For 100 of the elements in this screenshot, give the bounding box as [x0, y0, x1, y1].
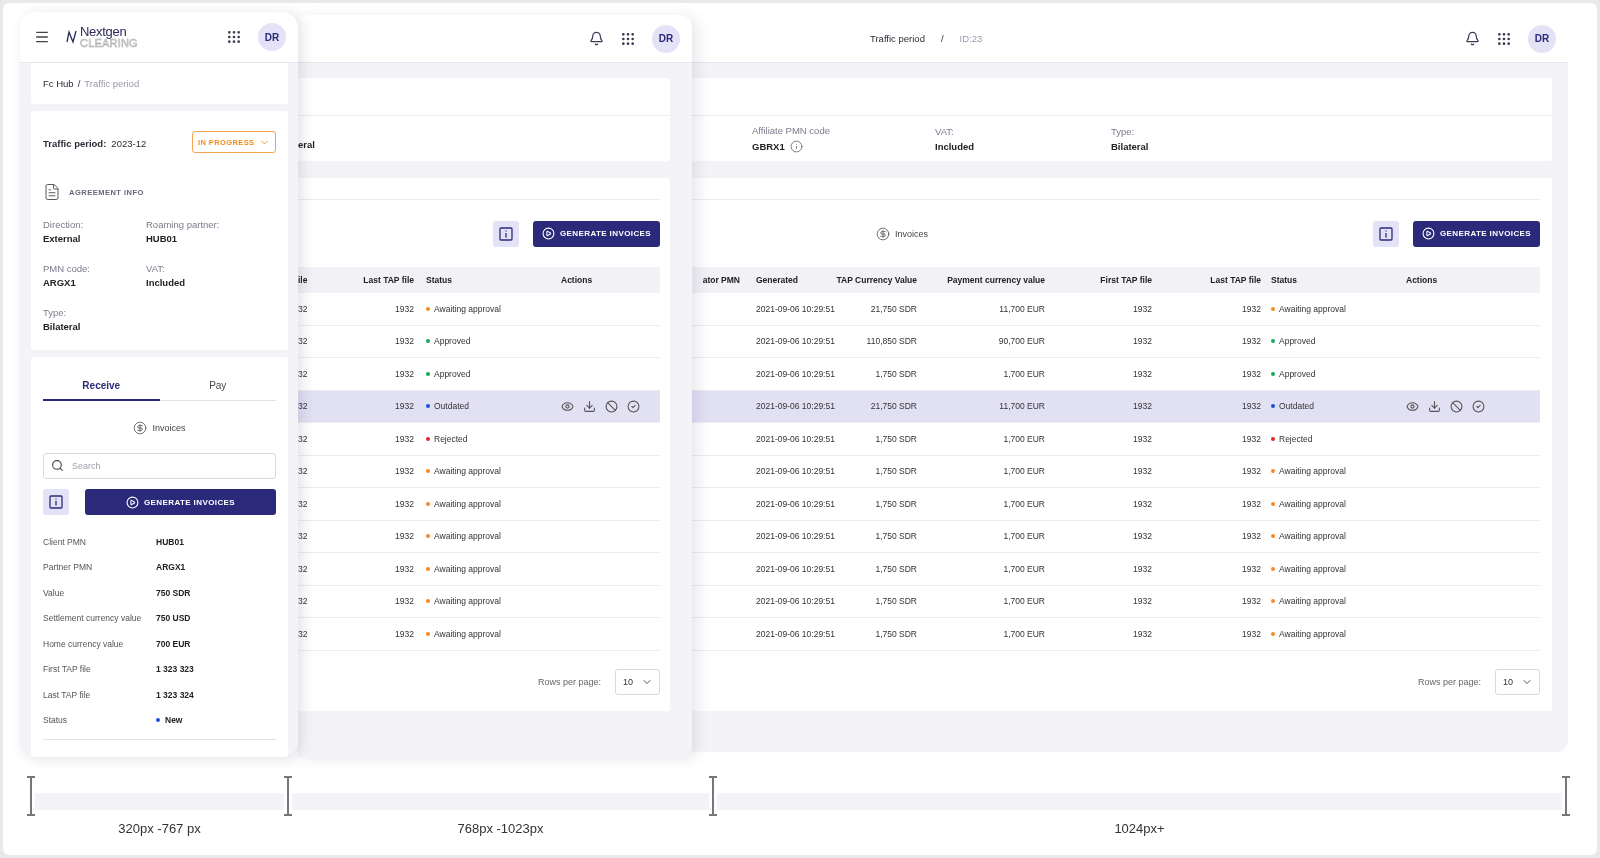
detail-label: Client PMN: [43, 536, 87, 547]
info-button[interactable]: [1373, 220, 1399, 247]
view-icon[interactable]: [561, 399, 574, 413]
status-text: Rejected: [434, 433, 468, 444]
detail-label: Settlement currency value: [43, 613, 143, 624]
table-cell: 32: [298, 390, 314, 423]
play-icon: [1421, 227, 1435, 240]
user-avatar[interactable]: DR: [258, 23, 286, 51]
user-avatar[interactable]: DR: [1528, 24, 1556, 53]
field-label: Type:: [43, 307, 68, 318]
info-icon[interactable]: [789, 139, 803, 153]
field-value: External: [43, 233, 82, 244]
column-header: TAP Currency Value: [838, 267, 923, 293]
column-header: ator PMN: [692, 267, 748, 293]
breadcrumb-link[interactable]: Traffic period: [870, 33, 925, 44]
info-button[interactable]: [43, 489, 69, 515]
detail-value: 1 323 323: [156, 664, 194, 675]
status-text: Awaiting approval: [1279, 628, 1346, 639]
period-label: Traffic period:: [43, 138, 107, 149]
column-header: Actions: [1398, 267, 1540, 293]
field-value: GBRX1: [752, 140, 785, 152]
field-label: Affiliate PMN code: [752, 124, 831, 136]
detail-value: New: [165, 715, 183, 726]
block-icon[interactable]: [1450, 399, 1463, 413]
download-icon[interactable]: [583, 399, 596, 413]
rows-per-page-select[interactable]: 10: [1495, 668, 1540, 695]
breakpoint-label: 768px -1023px: [457, 821, 544, 836]
field-value: Included: [935, 140, 975, 152]
dollar-icon: [133, 421, 148, 435]
rows-per-page-label: Rows per page:: [537, 676, 601, 687]
search-field[interactable]: Search: [43, 453, 276, 479]
generate-invoices-button[interactable]: GENERATE INVOICES: [533, 220, 660, 247]
info-button[interactable]: [493, 220, 519, 247]
detail-label: Last TAP file: [43, 689, 92, 700]
range-marker-icon: [709, 776, 717, 816]
apps-grid-icon[interactable]: [620, 30, 636, 47]
play-icon: [125, 495, 139, 509]
status-text: Awaiting approval: [1279, 303, 1346, 314]
logo-name: Nextgen: [80, 25, 127, 38]
tab[interactable]: Pay: [159, 371, 276, 401]
bell-icon[interactable]: [1465, 31, 1480, 46]
view-icon[interactable]: [1406, 399, 1419, 413]
rows-per-page-select[interactable]: 10: [615, 668, 660, 695]
user-avatar[interactable]: DR: [652, 24, 680, 53]
status-text: Approved: [1279, 336, 1316, 347]
dollar-icon: [876, 226, 890, 241]
field-label: VAT:: [146, 263, 166, 274]
block-icon[interactable]: [605, 399, 618, 413]
field-label: VAT:: [935, 125, 955, 137]
field-value: Included: [146, 277, 187, 288]
approve-icon[interactable]: [627, 399, 640, 413]
breadcrumb-link[interactable]: Fc Hub: [43, 78, 74, 89]
menu-icon[interactable]: [34, 29, 50, 45]
field-label: Type:: [1111, 125, 1136, 137]
info-icon: [49, 495, 63, 509]
detail-label: First TAP file: [43, 664, 92, 675]
period-value: 2023-12: [111, 138, 147, 149]
status-text: Awaiting approval: [434, 563, 501, 574]
field-label: Roaming partner:: [146, 219, 221, 230]
play-icon: [541, 227, 555, 240]
download-icon[interactable]: [1428, 399, 1441, 413]
approve-icon[interactable]: [1472, 399, 1485, 413]
generate-invoices-button[interactable]: GENERATE INVOICES: [1413, 220, 1540, 247]
status-text: Awaiting approval: [434, 466, 501, 477]
range-marker-icon: [1562, 776, 1570, 816]
column-header: Last TAP file: [314, 267, 420, 293]
breadcrumb-separator: /: [940, 33, 944, 44]
table-cell: 1932: [314, 390, 420, 423]
range-marker-icon: [27, 776, 35, 816]
detail-value: ARGX1: [156, 562, 186, 573]
detail-label: Status: [43, 715, 69, 726]
detail-value: 1 323 324: [156, 689, 194, 700]
breakpoint-label: 1024px+: [1114, 821, 1165, 836]
column-header: Actions: [555, 267, 660, 293]
detail-value: 750 SDR: [156, 587, 191, 598]
status-text: Awaiting approval: [434, 596, 501, 607]
detail-value: 700 EUR: [156, 638, 191, 649]
table-cell: 21,750 SDR: [838, 390, 923, 423]
field-value: Bilateral: [1111, 140, 1149, 152]
logo-tagline: CLEARING: [80, 38, 138, 49]
table-cell: 11,700 EUR: [923, 390, 1053, 423]
apps-grid-icon[interactable]: [1496, 30, 1512, 47]
table-cell: 1932: [1158, 390, 1266, 423]
table-cell: 2021-09-06 10:29:51: [748, 390, 838, 423]
column-header: Payment currency value: [923, 267, 1053, 293]
tab[interactable]: Receive: [43, 371, 160, 401]
status-text: Approved: [434, 368, 471, 379]
status-text: Rejected: [1279, 433, 1313, 444]
table-cell: 1932: [1053, 390, 1158, 423]
generate-invoices-button[interactable]: GENERATE INVOICES: [85, 489, 276, 515]
status-text: Awaiting approval: [1279, 596, 1346, 607]
apps-grid-icon[interactable]: [226, 29, 242, 45]
breadcrumb-separator: /: [77, 78, 81, 89]
invoices-label: Invoices: [895, 228, 929, 239]
detail-label: Value: [43, 587, 66, 598]
status-text: Awaiting approval: [434, 628, 501, 639]
range-marker-icon: [284, 776, 292, 816]
bell-icon[interactable]: [589, 31, 604, 46]
status-text: Awaiting approval: [1279, 466, 1346, 477]
column-header: Last TAP file: [1158, 267, 1266, 293]
